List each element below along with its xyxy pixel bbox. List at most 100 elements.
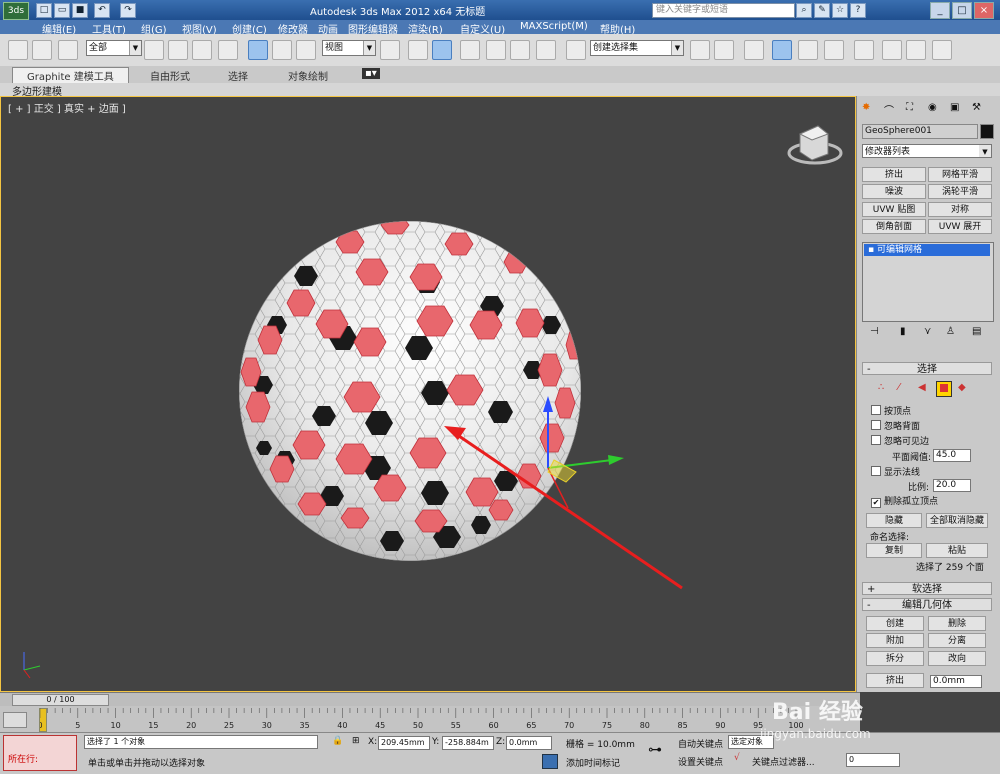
add-time-tag[interactable]: 添加时间标记 [566, 756, 620, 769]
configure-sets-icon[interactable]: ▤ [972, 326, 981, 337]
object-name-field[interactable]: GeoSphere001 [862, 124, 978, 139]
motion-tab-icon[interactable]: ◉ [928, 102, 937, 113]
tab-freeform[interactable]: 自由形式 [150, 68, 190, 83]
noise-modifier-button[interactable]: 噪波 [862, 184, 926, 199]
select-manipulate-icon[interactable] [408, 40, 428, 60]
minimize-button[interactable]: _ [930, 2, 950, 19]
turbosmooth-modifier-button[interactable]: 涡轮平滑 [928, 184, 992, 199]
absolute-mode-icon[interactable]: ⊞ [352, 736, 360, 746]
edit-named-selection-icon[interactable] [566, 40, 586, 60]
align-icon[interactable] [714, 40, 734, 60]
schematic-view-icon[interactable] [824, 40, 844, 60]
layer-manager-icon[interactable] [744, 40, 764, 60]
break-button[interactable]: 拆分 [866, 651, 924, 666]
render-teapot-icon[interactable] [932, 40, 952, 60]
current-frame-field[interactable]: 0 [846, 753, 900, 767]
rectangle-selection-icon[interactable] [192, 40, 212, 60]
y-coord-field[interactable]: -258.884m [442, 736, 494, 750]
auto-key-button[interactable]: 自动关键点 [678, 737, 723, 750]
scale-spinner[interactable]: 20.0 [933, 479, 971, 492]
key-icon[interactable]: ⊶ [648, 742, 662, 758]
unhide-all-button[interactable]: 全部取消隐藏 [926, 513, 988, 528]
edit-geometry-rollout-header[interactable]: - 编辑几何体 [862, 598, 992, 611]
curve-editor-icon[interactable] [798, 40, 818, 60]
pin-stack-icon[interactable]: ⊣ [870, 326, 879, 337]
help-icon[interactable]: ? [850, 3, 866, 18]
tab-selection[interactable]: 选择 [228, 68, 248, 83]
lock-selection-icon[interactable]: 🔒 [332, 736, 343, 746]
z-coord-field[interactable]: 0.0mm [506, 736, 552, 750]
show-normals-checkbox[interactable]: 显示法线 [871, 465, 920, 478]
close-button[interactable]: × [974, 2, 994, 19]
keyboard-shortcut-icon[interactable] [432, 40, 452, 60]
maximize-button[interactable]: □ [952, 2, 972, 19]
geosphere[interactable] [230, 216, 590, 566]
scale-icon[interactable] [296, 40, 316, 60]
bevel-profile-modifier-button[interactable]: 倒角剖面 [862, 219, 926, 234]
detach-button[interactable]: 分离 [928, 633, 986, 648]
delete-button[interactable]: 删除 [928, 616, 986, 631]
bind-space-warp-icon[interactable] [58, 40, 78, 60]
paste-button[interactable]: 粘贴 [926, 543, 988, 558]
element-level-icon[interactable]: ◆ [958, 382, 966, 393]
ignore-visible-edges-checkbox[interactable]: 忽略可见边 [871, 434, 929, 447]
uvw-map-modifier-button[interactable]: UVW 贴图 [862, 202, 926, 217]
mini-curve-editor-icon[interactable] [3, 712, 27, 728]
extrude-modifier-button[interactable]: 挤出 [862, 167, 926, 182]
graphite-toggle-icon[interactable] [772, 40, 792, 60]
render-setup-icon[interactable] [882, 40, 902, 60]
viewcube[interactable] [787, 125, 843, 165]
edge-level-icon[interactable]: ⁄ [898, 382, 900, 393]
polygon-level-icon[interactable] [936, 381, 952, 397]
spinner-snap-icon[interactable] [536, 40, 556, 60]
by-vertex-checkbox[interactable]: 按顶点 [871, 404, 911, 417]
save-icon[interactable]: ■ [72, 3, 88, 18]
attach-button[interactable]: 附加 [866, 633, 924, 648]
ignore-backfacing-checkbox[interactable]: 忽略背面 [871, 419, 920, 432]
modify-tab-icon[interactable]: ⌒ [884, 102, 894, 117]
named-selection-dropdown[interactable]: 创建选择集 ▼ [590, 40, 684, 56]
maxscript-listener[interactable]: 所在行: [3, 735, 77, 771]
select-object-icon[interactable] [144, 40, 164, 60]
menu-maxscript[interactable]: MAXScript(M) [520, 21, 588, 32]
open-file-icon[interactable]: ▭ [54, 3, 70, 18]
snaps-toggle-icon[interactable] [460, 40, 480, 60]
x-coord-field[interactable]: 209.45mm [378, 736, 430, 750]
undo-icon[interactable]: ↶ [94, 3, 110, 18]
redo-icon[interactable]: ↷ [120, 3, 136, 18]
turn-button[interactable]: 改向 [928, 651, 986, 666]
show-end-result-icon[interactable]: ▮ [900, 326, 906, 337]
star-icon[interactable]: ☆ [832, 3, 848, 18]
tab-object-paint[interactable]: 对象绘制 [288, 68, 328, 83]
percent-snap-icon[interactable] [510, 40, 530, 60]
create-button[interactable]: 创建 [866, 616, 924, 631]
unlink-icon[interactable] [32, 40, 52, 60]
binoculars-icon[interactable]: ⌕ [796, 3, 812, 18]
window-crossing-icon[interactable] [218, 40, 238, 60]
selection-rollout-header[interactable]: - 选择 [862, 362, 992, 375]
angle-snap-icon[interactable] [486, 40, 506, 60]
select-by-name-icon[interactable] [168, 40, 188, 60]
remove-modifier-icon[interactable]: ♙ [946, 326, 955, 337]
pivot-center-icon[interactable] [380, 40, 400, 60]
time-slider-thumb[interactable]: 0 / 100 [12, 694, 109, 706]
new-file-icon[interactable]: □ [36, 3, 52, 18]
display-tab-icon[interactable]: ▣ [950, 102, 959, 113]
delete-isolated-vertices-checkbox[interactable]: ✔ 删除孤立顶点 [871, 494, 938, 508]
material-editor-icon[interactable] [854, 40, 874, 60]
reference-coordinate-dropdown[interactable]: 视图 ▼ [322, 40, 376, 56]
search-input[interactable]: 键入关键字或短语 [652, 3, 795, 18]
hierarchy-tab-icon[interactable]: ⛶ [906, 102, 913, 113]
face-level-icon[interactable]: ◀ [918, 382, 926, 393]
copy-button[interactable]: 复制 [866, 543, 922, 558]
mirror-icon[interactable] [690, 40, 710, 60]
make-unique-icon[interactable]: ⋎ [924, 326, 931, 337]
ribbon-options-icon[interactable]: ▪▾ [362, 68, 380, 79]
app-logo-icon[interactable]: 3ds [3, 2, 29, 20]
extrude-button[interactable]: 挤出 [866, 673, 924, 688]
selection-filter-dropdown[interactable]: 全部 ▼ [86, 40, 142, 56]
modifier-list-dropdown[interactable]: 修改器列表 ▼ [862, 144, 992, 158]
move-icon[interactable] [248, 40, 268, 60]
object-color-swatch[interactable] [980, 124, 994, 139]
extrude-amount-spinner[interactable]: 0.0mm [930, 675, 982, 688]
